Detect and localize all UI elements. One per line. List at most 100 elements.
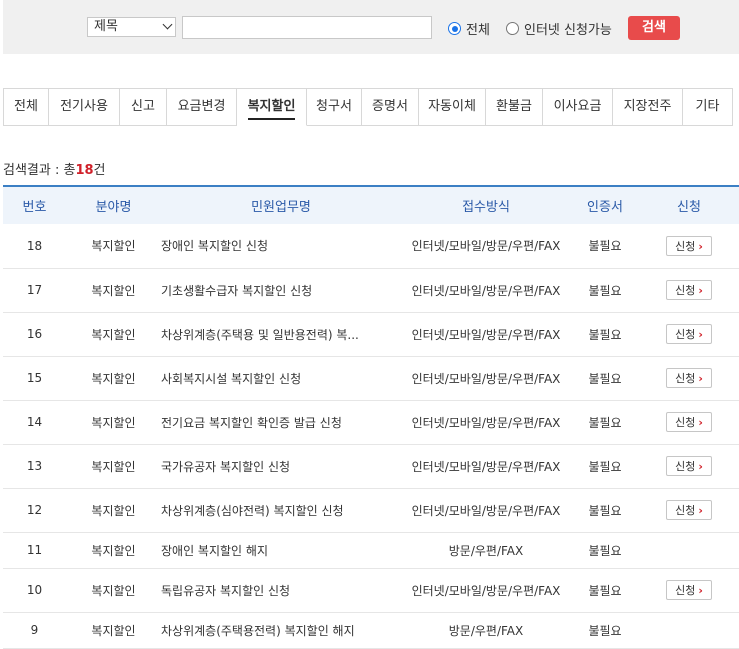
apply-button[interactable]: 신청 › (666, 368, 712, 388)
apply-button[interactable]: 신청 › (666, 280, 712, 300)
tab-0[interactable]: 전체 (3, 88, 49, 126)
cell-task[interactable]: 차상위계층(주택용 및 일반용전력) 복... (161, 312, 401, 356)
tab-label: 전체 (14, 99, 38, 114)
apply-button-label: 신청 (675, 460, 696, 473)
search-field-select[interactable]: 제목 (87, 17, 176, 37)
cell-method: 인터넷/모바일/방문/우편/FAX (411, 503, 561, 518)
cell-no: 18 (26, 238, 43, 253)
cell-method: 인터넷/모바일/방문/우편/FAX (411, 371, 561, 386)
cell-task[interactable]: 차상위계층(주택용전력) 복지할인 해지 (161, 612, 401, 648)
header-no: 번호 (3, 185, 66, 224)
tab-label: 증명서 (372, 99, 408, 114)
cell-cert: 불필요 (588, 371, 622, 386)
apply-button[interactable]: 신청 › (666, 456, 712, 476)
tab-4[interactable]: 복지할인 (237, 88, 307, 126)
cell-apply: 신청 › (639, 268, 739, 312)
cell-field: 복지할인 (91, 239, 136, 254)
tab-8[interactable]: 환불금 (486, 88, 543, 126)
cell-method: 인터넷/모바일/방문/우편/FAX (411, 415, 561, 430)
apply-button[interactable]: 신청 › (666, 580, 712, 600)
tab-11[interactable]: 기타 (683, 88, 733, 126)
tab-3[interactable]: 요금변경 (167, 88, 237, 126)
chevron-right-icon: › (698, 284, 703, 297)
cell-cert: 불필요 (588, 543, 622, 558)
radio-online-option[interactable]: 인터넷 신청가능 (506, 19, 612, 38)
tab-label: 자동이체 (428, 99, 476, 114)
cell-task[interactable]: 국가유공자 복지할인 신청 (161, 444, 401, 488)
tab-1[interactable]: 전기사용 (49, 88, 120, 126)
radio-all-option[interactable]: 전체 (448, 19, 490, 38)
result-suffix: 건 (93, 163, 106, 178)
table-row: 13 복지할인 국가유공자 복지할인 신청 인터넷/모바일/방문/우편/FAX 불필요 신… (3, 444, 739, 488)
cell-task[interactable]: 사회복지시설 복지할인 신청 (161, 356, 401, 400)
result-prefix: 검색결과 : 총 (3, 163, 76, 178)
cell-task[interactable]: 전기요금 복지할인 확인증 발급 신청 (161, 400, 401, 444)
cell-apply: 신청 › (639, 400, 739, 444)
cell-cert: 불필요 (588, 415, 622, 430)
cell-cert: 불필요 (588, 239, 622, 254)
chevron-right-icon: › (698, 328, 703, 341)
table-row: 12 복지할인 차상위계층(심야전력) 복지할인 신청 인터넷/모바일/방문/우편/F… (3, 488, 739, 532)
category-tabs: 전체 전기사용 신고 요금변경 복지할인 청구서 증명서 자동이체 환불금 이사요금 지장전주 기타 (3, 88, 733, 126)
cell-field: 복지할인 (91, 283, 136, 298)
cell-no: 16 (26, 327, 43, 341)
tab-7[interactable]: 자동이체 (419, 88, 486, 126)
cell-cert: 불필요 (588, 623, 622, 638)
tab-5[interactable]: 청구서 (307, 88, 362, 126)
cell-task[interactable]: 장애인 복지할인 신청 (161, 224, 401, 268)
cell-cert: 불필요 (588, 459, 622, 474)
cell-apply: 신청 › (639, 356, 739, 400)
radio-online[interactable] (506, 22, 519, 35)
apply-button[interactable]: 신청 › (666, 324, 712, 344)
cell-apply: 신청 › (639, 488, 739, 532)
cell-task[interactable]: 독립유공자 복지할인 신청 (161, 568, 401, 612)
table-row: 15 복지할인 사회복지시설 복지할인 신청 인터넷/모바일/방문/우편/FAX 불필요… (3, 356, 739, 400)
table-row: 11 복지할인 장애인 복지할인 해지 방문/우편/FAX 불필요 (3, 532, 739, 568)
apply-button-label: 신청 (675, 416, 696, 429)
search-result-summary: 검색결과 : 총18건 (3, 159, 106, 178)
tab-2[interactable]: 신고 (120, 88, 167, 126)
apply-button[interactable]: 신청 › (666, 412, 712, 432)
chevron-right-icon: › (698, 372, 703, 385)
cell-no: 17 (26, 283, 43, 297)
cell-no: 14 (26, 415, 43, 429)
header-cert: 인증서 (571, 185, 639, 224)
cell-method: 방문/우편/FAX (448, 543, 524, 558)
cell-no: 15 (26, 371, 43, 385)
tab-label: 요금변경 (177, 99, 226, 114)
tab-10[interactable]: 지장전주 (613, 88, 683, 126)
cell-method: 인터넷/모바일/방문/우편/FAX (411, 239, 561, 254)
tab-label: 복지할인 (247, 99, 296, 120)
tab-6[interactable]: 증명서 (362, 88, 419, 126)
apply-button[interactable]: 신청 › (666, 500, 712, 520)
cell-field: 복지할인 (91, 371, 136, 386)
cell-no: 12 (26, 503, 43, 517)
cell-no: 9 (30, 623, 39, 637)
cell-task[interactable]: 장애인 복지할인 해지 (161, 532, 401, 568)
chevron-right-icon: › (698, 239, 703, 253)
search-input[interactable] (182, 16, 432, 39)
tab-9[interactable]: 이사요금 (543, 88, 613, 126)
radio-all-label: 전체 (466, 23, 490, 38)
cell-task[interactable]: 기초생활수급자 복지할인 신청 (161, 268, 401, 312)
tab-label: 청구서 (316, 99, 352, 114)
radio-all[interactable] (448, 22, 461, 35)
header-apply: 신청 (639, 185, 739, 224)
cell-field: 복지할인 (91, 623, 136, 638)
cell-no: 10 (26, 583, 43, 597)
cell-field: 복지할인 (91, 543, 136, 558)
cell-cert: 불필요 (588, 583, 622, 598)
cell-field: 복지할인 (91, 327, 136, 342)
cell-field: 복지할인 (91, 503, 136, 518)
table-row: 17 복지할인 기초생활수급자 복지할인 신청 인터넷/모바일/방문/우편/FAX 불필… (3, 268, 739, 312)
table-row: 14 복지할인 전기요금 복지할인 확인증 발급 신청 인터넷/모바일/방문/우편/F… (3, 400, 739, 444)
cell-method: 인터넷/모바일/방문/우편/FAX (411, 583, 561, 598)
cell-field: 복지할인 (91, 415, 136, 430)
cell-task[interactable]: 차상위계층(심야전력) 복지할인 신청 (161, 488, 401, 532)
apply-button[interactable]: 신청 › (666, 235, 712, 256)
results-table: 번호 분야명 민원업무명 접수방식 인증서 신청 18 복지할인 장애인 복지할인 … (3, 185, 739, 649)
search-button[interactable]: 검색 (628, 16, 680, 40)
apply-button-label: 신청 (675, 239, 696, 253)
cell-field: 복지할인 (91, 583, 136, 598)
table-row: 18 복지할인 장애인 복지할인 신청 인터넷/모바일/방문/우편/FAX 불필요 신청 › (3, 224, 739, 268)
